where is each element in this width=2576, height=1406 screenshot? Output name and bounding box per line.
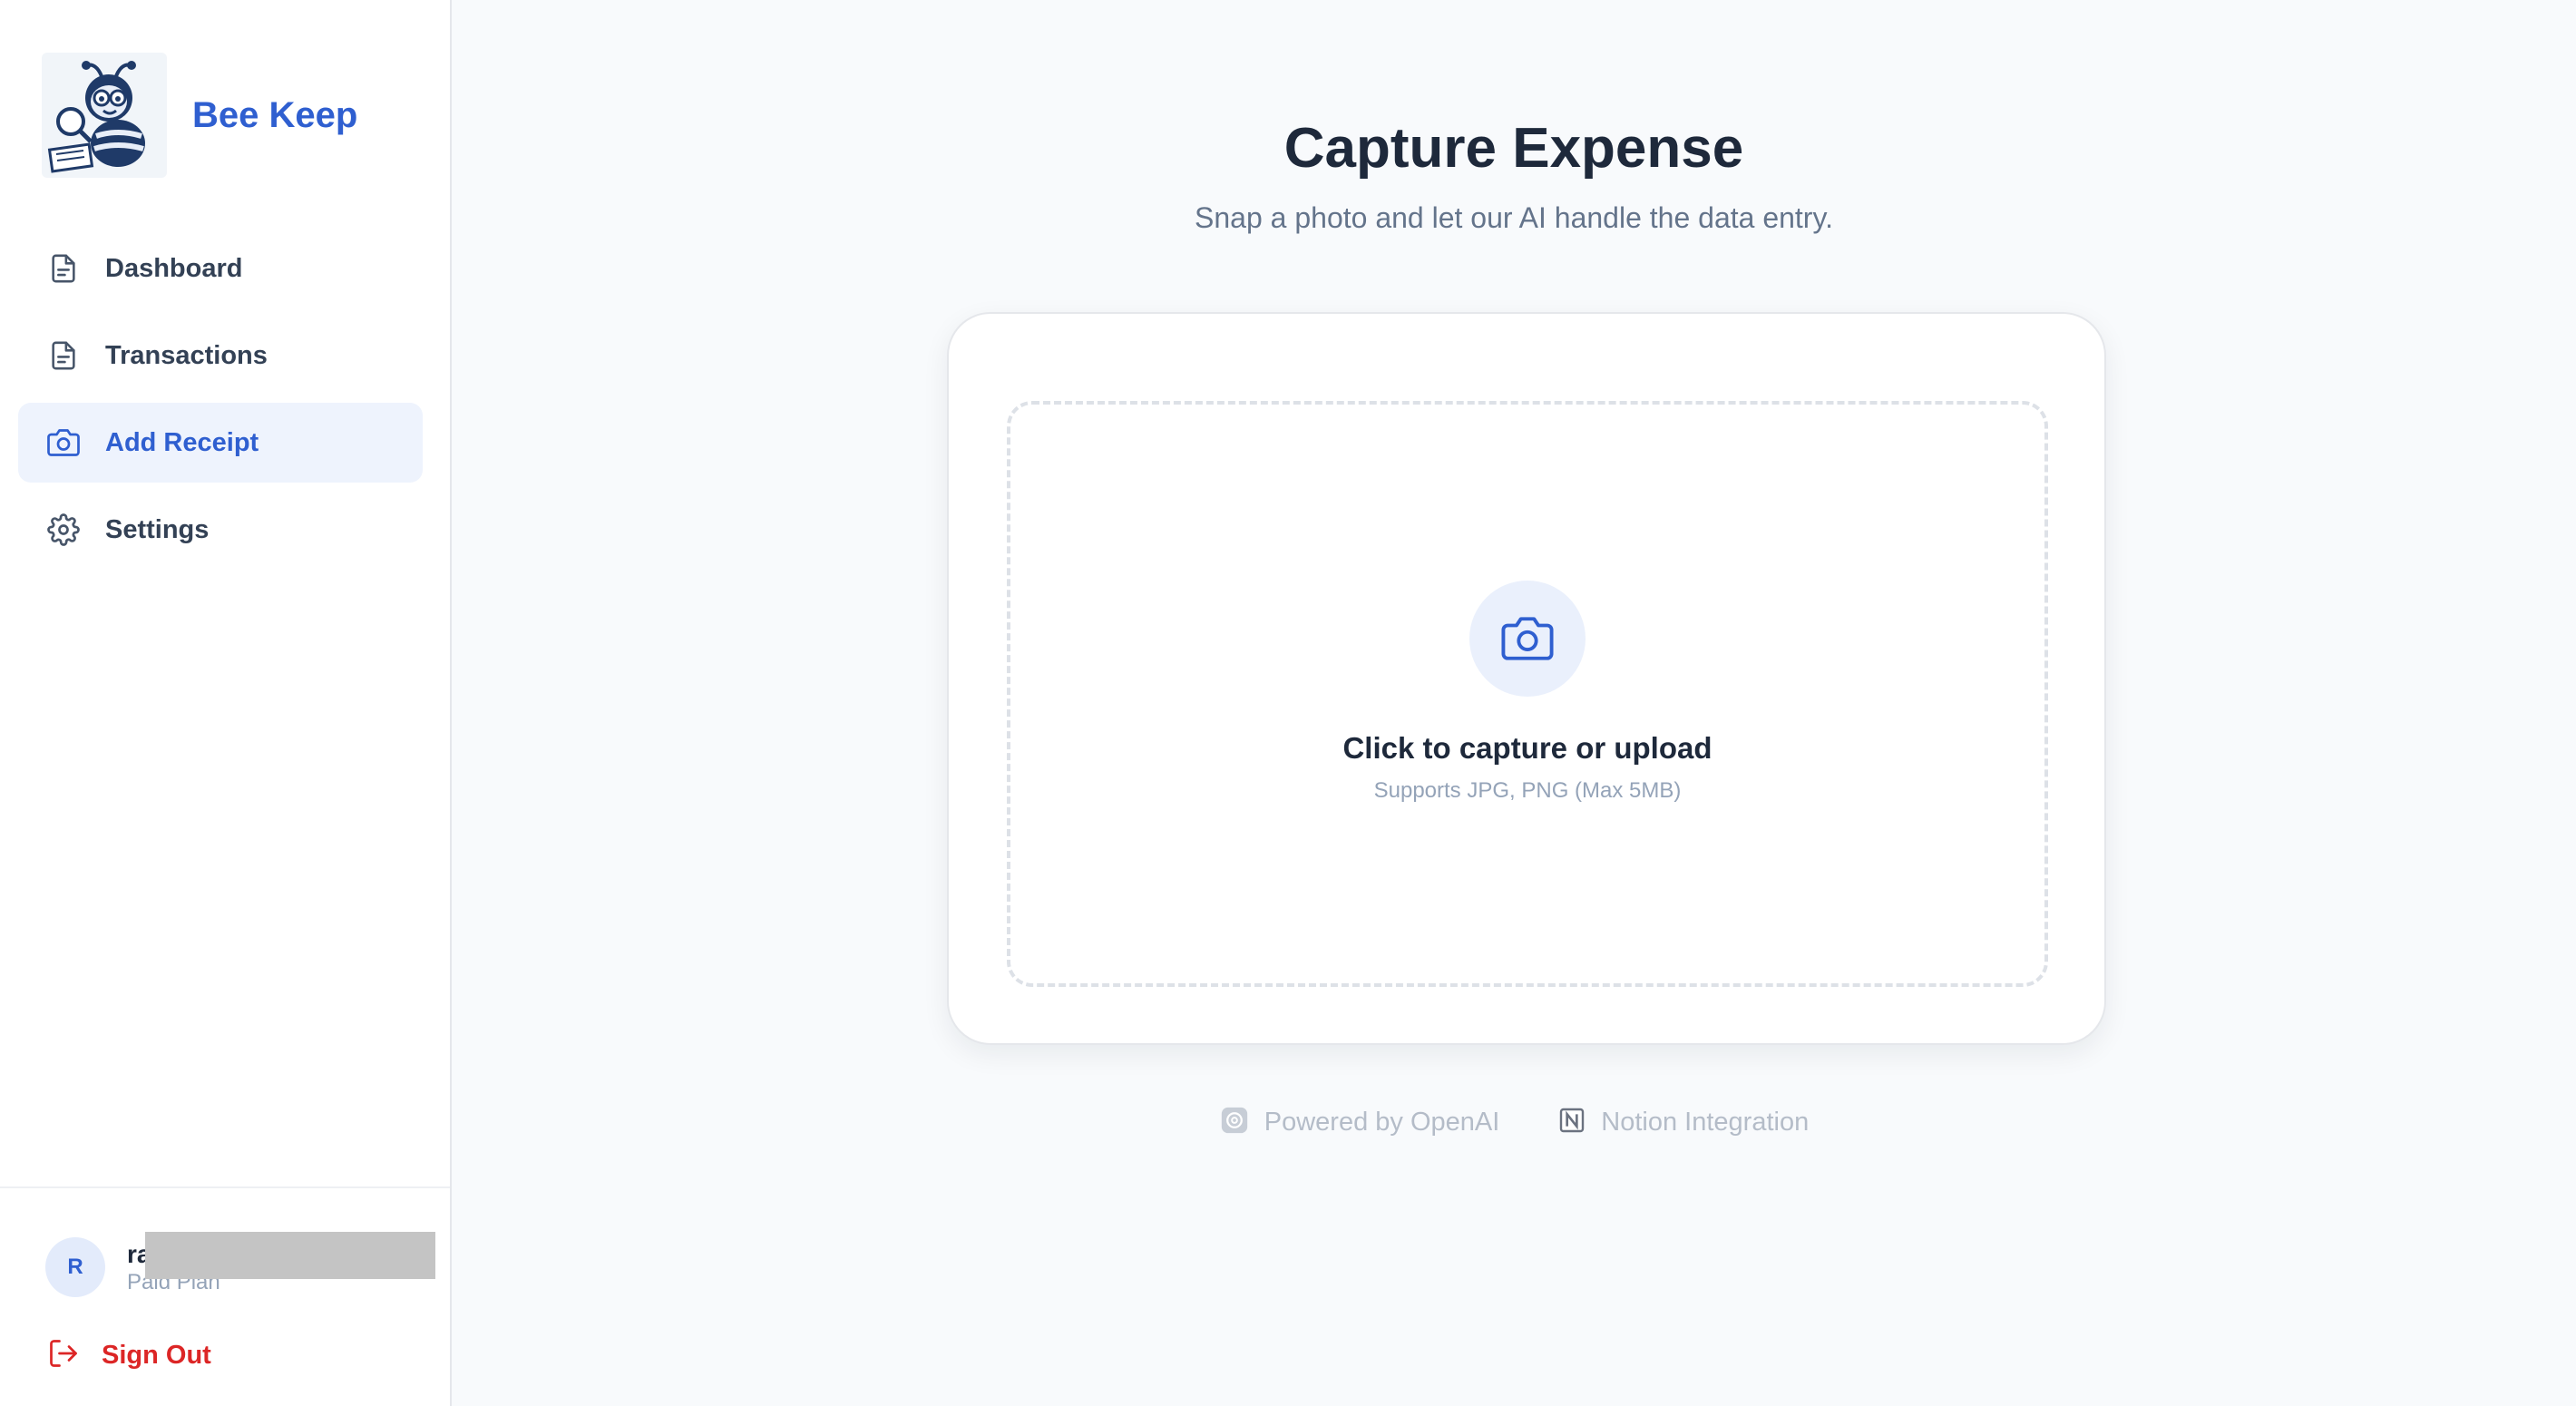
sidebar-item-dashboard[interactable]: Dashboard bbox=[18, 229, 423, 308]
document-icon bbox=[45, 337, 82, 374]
openai-label: Powered by OpenAI bbox=[1264, 1108, 1500, 1137]
brand[interactable]: Bee Keep bbox=[42, 53, 357, 178]
document-icon bbox=[45, 250, 82, 287]
integration-badges: Powered by OpenAI Notion Integration bbox=[452, 1105, 2576, 1140]
gear-icon bbox=[45, 512, 82, 548]
page-title: Capture Expense bbox=[1283, 117, 1744, 180]
sidebar-footer: R ra Paid Plan Sign Out bbox=[0, 1186, 450, 1406]
sidebar-item-label: Transactions bbox=[105, 340, 268, 370]
upload-dropzone[interactable]: Click to capture or upload Supports JPG,… bbox=[1007, 401, 2048, 987]
redacted-block bbox=[145, 1232, 435, 1279]
upload-title: Click to capture or upload bbox=[1342, 731, 1712, 765]
sign-out-icon bbox=[47, 1337, 80, 1374]
upload-hint: Supports JPG, PNG (Max 5MB) bbox=[1373, 778, 1682, 803]
sidebar-item-add-receipt[interactable]: Add Receipt bbox=[18, 403, 423, 483]
camera-icon bbox=[45, 425, 82, 461]
notion-icon bbox=[1557, 1106, 1586, 1139]
app-root: Bee Keep Dashboard Transactions Add Rece… bbox=[0, 0, 2576, 1406]
sidebar-nav: Dashboard Transactions Add Receipt Setti… bbox=[18, 229, 423, 577]
brand-name: Bee Keep bbox=[192, 94, 358, 135]
sidebar-item-settings[interactable]: Settings bbox=[18, 490, 423, 570]
sidebar: Bee Keep Dashboard Transactions Add Rece… bbox=[0, 0, 452, 1406]
sign-out-button[interactable]: Sign Out bbox=[47, 1337, 211, 1374]
bee-logo-icon bbox=[42, 53, 167, 178]
camera-icon bbox=[1469, 581, 1586, 697]
upload-card: Click to capture or upload Supports JPG,… bbox=[947, 312, 2106, 1045]
sidebar-item-transactions[interactable]: Transactions bbox=[18, 316, 423, 395]
openai-badge: Powered by OpenAI bbox=[1219, 1105, 1500, 1140]
main-content: Capture Expense Snap a photo and let our… bbox=[452, 0, 2576, 1406]
sign-out-label: Sign Out bbox=[102, 1341, 211, 1370]
notion-label: Notion Integration bbox=[1601, 1108, 1810, 1137]
sidebar-item-label: Dashboard bbox=[105, 253, 243, 283]
page-subtitle: Snap a photo and let our AI handle the d… bbox=[1195, 201, 1833, 234]
openai-icon bbox=[1219, 1105, 1250, 1140]
sidebar-item-label: Settings bbox=[105, 514, 210, 544]
sidebar-item-label: Add Receipt bbox=[105, 427, 259, 457]
notion-badge: Notion Integration bbox=[1557, 1106, 1809, 1139]
avatar: R bbox=[45, 1237, 105, 1297]
